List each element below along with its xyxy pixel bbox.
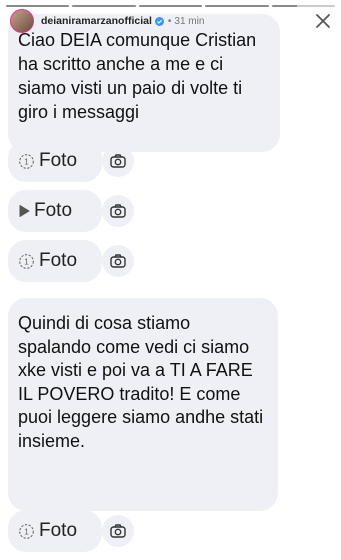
username[interactable]: deianiramarzanofficial (41, 15, 152, 27)
photo-label: Foto (39, 250, 78, 271)
message-bubble-2: Quindi di cosa stiamo spalando come vedi… (8, 298, 278, 511)
camera-icon (110, 254, 126, 268)
photo-label: Foto (39, 520, 78, 541)
camera-button[interactable] (102, 245, 134, 277)
message-text-2: Quindi di cosa stiamo spalando come vedi… (18, 313, 264, 451)
story-progress-segment (205, 5, 269, 7)
photo-attachment-3[interactable]: 1 Foto (8, 510, 102, 552)
avatar[interactable] (10, 9, 34, 33)
message-text-1: Ciao DEIA comunque Cristian ha scritto a… (18, 30, 257, 122)
view-once-icon: 1 (19, 523, 34, 539)
view-once-icon: 1 (19, 153, 34, 169)
camera-button[interactable] (102, 515, 134, 547)
camera-button[interactable] (102, 195, 134, 227)
story-progress-segment (72, 5, 136, 7)
video-attachment[interactable]: Foto (8, 190, 102, 232)
story-header: deianiramarzanofficial • 31 min (10, 8, 333, 34)
view-once-icon: 1 (19, 253, 34, 269)
story-progress-fill (271, 5, 297, 7)
story-progress-fill (6, 5, 70, 7)
svg-text:1: 1 (24, 256, 29, 266)
story-progress-bar (6, 5, 336, 7)
verified-badge-icon (154, 16, 164, 26)
camera-icon (110, 154, 126, 168)
photo-label: Foto (34, 200, 73, 221)
svg-text:1: 1 (24, 156, 29, 166)
close-button[interactable] (313, 11, 333, 31)
story-progress-segment (6, 5, 70, 7)
play-icon (19, 205, 30, 217)
photo-attachment-1[interactable]: 1 Foto (8, 140, 102, 182)
camera-icon (110, 524, 126, 538)
photo-attachment-2[interactable]: 1 Foto (8, 240, 102, 282)
separator-dot: • (167, 15, 172, 27)
story-progress-segment (138, 5, 203, 7)
camera-icon (110, 204, 126, 218)
svg-text:1: 1 (24, 526, 29, 536)
story-progress-fill (205, 5, 269, 7)
story-progress-fill (72, 5, 136, 7)
post-time: 31 min (174, 15, 205, 27)
story-progress-segment (271, 5, 336, 7)
close-icon (316, 14, 330, 28)
photo-label: Foto (39, 150, 78, 171)
camera-button[interactable] (102, 145, 134, 177)
message-bubble-1: Ciao DEIA comunque Cristian ha scritto a… (8, 14, 280, 152)
story-progress-fill (138, 5, 203, 7)
